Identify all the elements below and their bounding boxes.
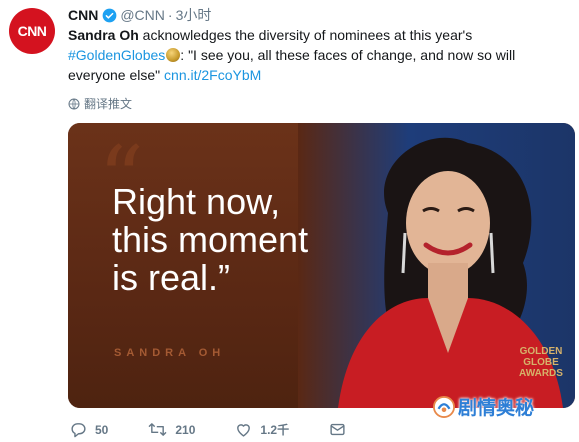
watermark-logo-icon	[433, 395, 455, 418]
display-name[interactable]: CNN	[68, 6, 98, 24]
globe-icon	[68, 98, 80, 109]
watermark-text: 剧情奥秘	[458, 398, 535, 419]
watermark: 剧情奥秘	[433, 393, 534, 420]
message-icon	[330, 423, 345, 436]
message-button[interactable]	[329, 421, 354, 438]
avatar-logo-text: CNN	[17, 23, 47, 39]
verified-badge-icon	[102, 8, 117, 22]
reply-count: 50	[95, 422, 109, 437]
retweet-icon	[148, 423, 167, 436]
tweet: CNN CNN @CNN · 3小时 Sandra Oh acknowledge…	[0, 0, 579, 442]
user-handle[interactable]: @CNN	[120, 6, 165, 24]
like-icon	[237, 424, 251, 437]
tweet-text: Sandra Oh acknowledges the diversity of …	[68, 25, 568, 85]
hashtag-link[interactable]: #GoldenGlobes	[68, 47, 165, 63]
media-attribution: SANDRA OH	[114, 347, 226, 359]
tweet-actions: 50 210 1.2千	[70, 421, 394, 438]
header-separator: ·	[167, 7, 173, 23]
golden-globe-emoji-icon	[166, 48, 181, 62]
translate-label: 翻译推文	[84, 97, 133, 111]
url-link[interactable]: cnn.it/2FcoYbM	[164, 67, 261, 83]
golden-globe-awards-logo: GOLDEN GLOBE AWARDS	[519, 346, 563, 379]
tweet-text-part-1: acknowledges the diversity of nominees a…	[138, 27, 473, 43]
media-quote-text: Right now, this moment is real.”	[112, 181, 309, 298]
reply-icon	[71, 423, 86, 438]
reply-button[interactable]: 50	[70, 421, 108, 438]
avatar[interactable]: CNN	[9, 8, 55, 54]
retweet-count: 210	[175, 422, 196, 437]
tweet-media-image[interactable]: “ Right now, this moment is real.” SANDR…	[68, 123, 575, 408]
mentioned-name: Sandra Oh	[68, 27, 139, 43]
timestamp[interactable]: 3小时	[176, 6, 212, 24]
like-button[interactable]: 1.2千	[235, 421, 289, 438]
like-count: 1.2千	[260, 423, 290, 437]
retweet-button[interactable]: 210	[148, 421, 195, 438]
translate-tweet[interactable]: 翻译推文	[68, 95, 132, 112]
tweet-header: CNN @CNN · 3小时	[68, 6, 211, 24]
